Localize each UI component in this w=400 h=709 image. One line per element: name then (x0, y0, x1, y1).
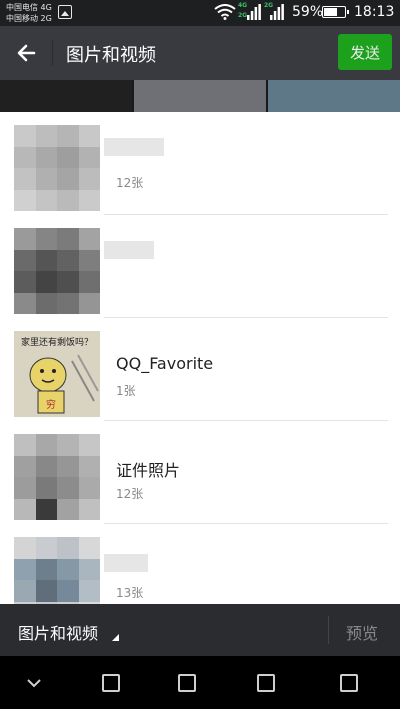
battery-icon (322, 6, 349, 18)
square-icon[interactable] (178, 674, 196, 692)
album-thumbnail: 家里还有剩饭吗？ 穷 (14, 331, 100, 417)
album-name: QQ_Favorite (116, 354, 214, 373)
album-list: 12张 家里还有剩饭吗？ 穷 QQ_Favorite 1张 证件照片 12张 1… (0, 112, 400, 604)
bottom-toolbar: 图片和视频 预览 (0, 604, 400, 656)
page-title: 图片和视频 (66, 45, 156, 66)
album-row[interactable]: 证件照片 12张 (0, 421, 400, 524)
carrier-2: 中国移动 2G (6, 14, 52, 23)
status-bar: 中国电信 4G 中国移动 2G 4G 2G 2G 59% 18:13 (0, 0, 400, 26)
album-name-redacted (104, 138, 164, 156)
folder-selector[interactable]: 图片和视频 (18, 620, 98, 644)
signal-icon (270, 4, 284, 20)
battery-percent: 59% (292, 4, 324, 20)
preview-button[interactable]: 预览 (346, 620, 378, 644)
album-count: 12张 (116, 487, 144, 501)
meme-char: 穷 (46, 398, 56, 411)
system-nav-bar (0, 656, 400, 709)
album-thumbnail (14, 125, 100, 211)
album-thumbnail (14, 434, 100, 520)
album-thumbnail (14, 228, 100, 314)
album-row[interactable]: 家里还有剩饭吗？ 穷 QQ_Favorite 1张 (0, 318, 400, 421)
network-tag: 2G (238, 12, 248, 19)
clock: 18:13 (354, 4, 395, 20)
album-row[interactable] (0, 215, 400, 318)
square-icon[interactable] (102, 674, 120, 692)
dropdown-triangle-icon[interactable] (112, 634, 119, 641)
divider (52, 40, 53, 66)
carrier-info: 中国电信 4G 中国移动 2G (6, 2, 52, 24)
sim-card-icon (58, 5, 72, 19)
album-name-redacted (104, 554, 148, 572)
album-count: 12张 (116, 176, 144, 190)
wifi-icon (214, 4, 236, 20)
album-row[interactable]: 13张 (0, 524, 400, 604)
signal-icon (247, 4, 261, 20)
album-count: 13张 (116, 586, 144, 600)
network-tag: 4G (238, 2, 248, 9)
album-thumbnail (14, 537, 100, 604)
album-name: 证件照片 (116, 461, 181, 480)
square-icon[interactable] (257, 674, 275, 692)
divider (328, 616, 329, 644)
arrow-left-icon[interactable] (12, 38, 42, 68)
album-name-redacted (104, 241, 154, 259)
meme-image: 家里还有剩饭吗？ 穷 (14, 331, 100, 417)
chevron-down-icon[interactable] (26, 672, 42, 692)
carrier-1: 中国电信 4G (6, 3, 52, 12)
meme-caption: 家里还有剩饭吗？ (21, 336, 93, 348)
square-icon[interactable] (340, 674, 358, 692)
send-button[interactable]: 发送 (338, 34, 392, 70)
title-bar: 图片和视频 发送 (0, 26, 400, 80)
album-row[interactable]: 12张 (0, 112, 400, 215)
album-count: 1张 (116, 384, 136, 398)
